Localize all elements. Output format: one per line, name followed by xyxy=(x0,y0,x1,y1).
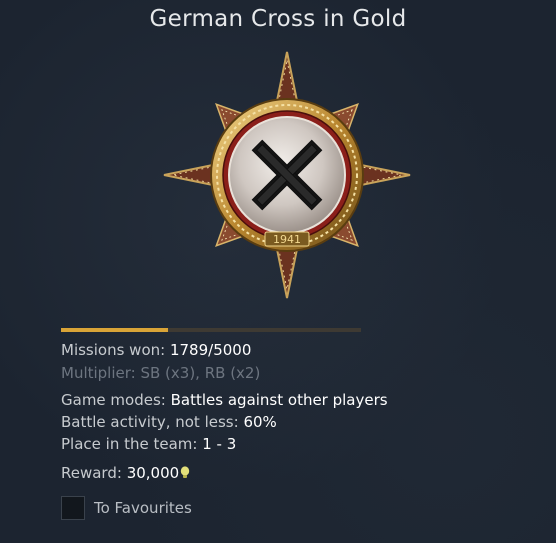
game-modes-value: Battles against other players xyxy=(170,391,388,409)
medal-image: 1941 xyxy=(158,50,416,300)
missions-row: Missions won: 1789/5000 xyxy=(61,340,251,360)
place-row: Place in the team: 1 - 3 xyxy=(61,434,236,454)
award-title: German Cross in Gold xyxy=(149,6,407,32)
favourites-label: To Favourites xyxy=(94,499,192,517)
reward-value: 30,000 xyxy=(126,464,180,482)
place-value: 1 - 3 xyxy=(202,435,237,453)
progress-bar xyxy=(61,328,361,332)
place-label: Place in the team: xyxy=(61,435,198,453)
missions-label: Missions won: xyxy=(61,341,166,359)
activity-row: Battle activity, not less: 60% xyxy=(61,412,277,432)
activity-value: 60% xyxy=(243,413,277,431)
medal-german-cross-icon: 1941 xyxy=(163,51,411,299)
reward-row: Reward: 30,000 xyxy=(61,463,190,485)
favourites-checkbox[interactable] xyxy=(61,496,85,520)
reward-label: Reward: xyxy=(61,464,122,482)
progress-fill xyxy=(61,328,169,332)
lion-currency-icon xyxy=(180,465,190,485)
missions-value: 1789/5000 xyxy=(169,341,252,359)
game-modes-label: Game modes: xyxy=(61,391,166,409)
favourites-toggle[interactable]: To Favourites xyxy=(61,496,192,520)
medal-year: 1941 xyxy=(273,233,301,246)
activity-label: Battle activity, not less: xyxy=(61,413,239,431)
multiplier-text: Multiplier: SB (x3), RB (x2) xyxy=(61,364,261,382)
game-modes-row: Game modes: Battles against other player… xyxy=(61,390,388,410)
